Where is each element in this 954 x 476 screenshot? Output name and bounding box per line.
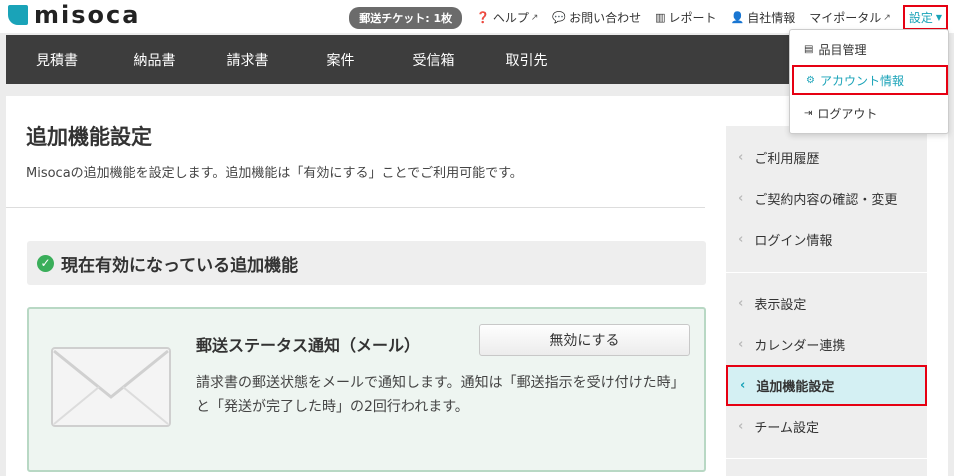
sidebar-item-login-info[interactable]: ‹ ログイン情報 <box>726 219 927 260</box>
top-nav: 郵送チケット: 1枚 ❓ ヘルプ ↗ 💬 お問い合わせ ▥ レポート 👤 自社情… <box>349 5 948 30</box>
my-portal-link[interactable]: マイポータル ↗ <box>809 9 891 26</box>
dropdown-item-items[interactable]: ▤ 品目管理 <box>790 34 950 64</box>
chevron-left-icon: ‹ <box>738 296 744 311</box>
report-link[interactable]: ▥ レポート <box>655 9 716 26</box>
user-icon: 👤 <box>730 11 745 24</box>
section-title: 現在有効になっている追加機能 <box>61 255 299 276</box>
logo-mark-icon <box>8 5 28 25</box>
dropdown-item-logout[interactable]: ⇥ ログアウト <box>790 98 950 128</box>
disable-feature-button[interactable]: 無効にする <box>479 324 690 356</box>
misoca-logo[interactable]: misoca <box>8 1 141 29</box>
sidebar-item-calendar[interactable]: ‹ カレンダー連携 <box>726 324 927 365</box>
sidebar-item-contract[interactable]: ‹ ご契約内容の確認・変更 <box>726 178 927 219</box>
envelope-icon <box>51 347 171 427</box>
list-icon: ▤ <box>804 43 814 55</box>
external-link-icon: ↗ <box>883 12 891 23</box>
sidebar-item-usage-history[interactable]: ‹ ご利用履歴 <box>726 137 927 178</box>
tab-delivery-notes[interactable]: 納品書 <box>108 35 201 84</box>
tab-clients[interactable]: 取引先 <box>480 35 573 84</box>
contact-link[interactable]: 💬 お問い合わせ <box>552 9 641 26</box>
page-title: 追加機能設定 <box>26 125 152 149</box>
sidebar-separator <box>726 458 927 459</box>
chevron-left-icon: ‹ <box>738 232 744 247</box>
ticket-badge[interactable]: 郵送チケット: 1枚 <box>349 6 463 29</box>
tab-invoices[interactable]: 請求書 <box>201 35 294 84</box>
chevron-left-icon: ‹ <box>738 337 744 352</box>
gear-icon: ⚙ <box>806 74 815 86</box>
company-info-link[interactable]: 👤 自社情報 <box>731 9 796 26</box>
logo-text: misoca <box>34 1 141 29</box>
question-circle-icon: ❓ <box>476 11 490 24</box>
check-circle-icon: ✓ <box>37 254 54 272</box>
settings-menu-button[interactable]: 設定 ▼ <box>902 5 948 30</box>
external-link-icon: ↗ <box>530 12 539 23</box>
chevron-left-icon: ‹ <box>740 378 746 393</box>
sidebar-item-display[interactable]: ‹ 表示設定 <box>726 283 927 324</box>
settings-sidebar: ‹ ご利用履歴 ‹ ご契約内容の確認・変更 ‹ ログイン情報 ‹ 表示設定 ‹ … <box>726 126 927 476</box>
chevron-left-icon: ‹ <box>738 150 744 165</box>
feature-description: 請求書の郵送状態をメールで通知します。通知は「郵送指示を受け付けた時」と「発送が… <box>196 375 685 415</box>
tab-projects[interactable]: 案件 <box>294 35 387 84</box>
tab-estimates[interactable]: 見積書 <box>6 35 108 84</box>
content-area: 追加機能設定 Misocaの追加機能を設定します。追加機能は「有効にする」ことで… <box>6 96 948 476</box>
chevron-left-icon: ‹ <box>738 191 744 206</box>
page-description: Misocaの追加機能を設定します。追加機能は「有効にする」ことでご利用可能です… <box>26 166 523 181</box>
tab-inbox[interactable]: 受信箱 <box>387 35 480 84</box>
dropdown-item-account-info[interactable]: ⚙ アカウント情報 <box>792 65 948 95</box>
caret-down-icon: ▼ <box>935 13 942 22</box>
feature-title: 郵送ステータス通知（メール） <box>196 336 421 355</box>
comment-icon: 💬 <box>552 11 567 24</box>
help-link[interactable]: ❓ ヘルプ ↗ <box>476 9 538 26</box>
sidebar-separator <box>726 272 927 273</box>
sign-out-icon: ⇥ <box>804 107 813 119</box>
section-header: ✓ 現在有効になっている追加機能 <box>27 241 706 285</box>
sidebar-item-team[interactable]: ‹ チーム設定 <box>726 406 927 447</box>
feature-card: 郵送ステータス通知（メール） 無効にする 請求書の郵送状態をメールで通知します。… <box>27 307 706 472</box>
bar-chart-icon: ▥ <box>655 11 666 24</box>
divider <box>6 207 705 208</box>
settings-dropdown: ▤ 品目管理 ⚙ アカウント情報 ⇥ ログアウト <box>789 29 949 134</box>
sidebar-item-add-on-features[interactable]: ‹ 追加機能設定 <box>726 365 927 406</box>
chevron-left-icon: ‹ <box>738 419 744 434</box>
